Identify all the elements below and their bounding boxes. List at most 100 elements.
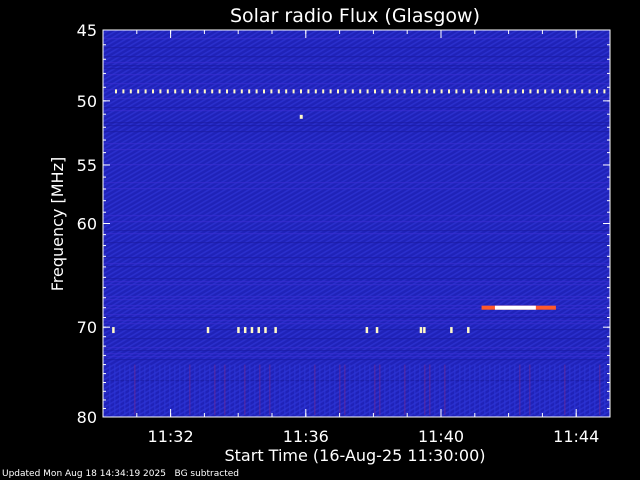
striation [534,364,536,415]
interference-dot [237,327,240,334]
striation [374,364,376,415]
radio-burst-core [494,305,536,310]
striation [239,364,241,415]
interference-dot [329,89,332,94]
striation [279,364,281,415]
striation [514,364,516,415]
striation [234,364,236,415]
interference-dot [248,89,251,94]
spectral-band [103,107,610,109]
striation [559,364,561,415]
spectral-band [103,62,610,64]
striation [394,364,396,415]
striation [309,364,311,415]
interference-dot [588,89,591,94]
striation [399,364,401,415]
interference-dot [203,89,206,94]
striation [319,364,321,415]
interference-dot [211,89,214,94]
interference-dot [274,327,277,334]
interference-dot [206,327,210,334]
interference-dot [396,89,399,94]
striation [359,364,361,415]
interference-dot [359,89,362,94]
striation [409,364,411,415]
striation [449,364,451,415]
interference-dot [423,327,426,334]
interference-dot [425,89,428,94]
interference-dot [374,89,376,94]
interference-dot [492,89,495,94]
striation [199,364,201,415]
striation [529,364,531,415]
spectral-band [103,296,610,298]
interference-dot [388,89,391,94]
interference-dot [174,89,177,94]
interference-dot [596,89,598,94]
spectral-band [103,98,610,100]
striation [454,364,456,415]
interference-dot [462,89,465,94]
striation [494,364,496,415]
interference-dot [467,327,470,334]
chart-title: Solar radio Flux (Glasgow) [230,5,480,27]
striation [159,364,161,415]
spectral-band [103,143,610,145]
striation [484,364,486,415]
interference-dot [263,89,265,94]
spectral-band [103,122,610,124]
striation [489,364,491,415]
spectral-band [103,74,610,76]
striation [434,364,436,415]
striation [524,364,526,415]
striation [424,364,426,415]
striation [179,364,181,415]
striation [329,364,331,415]
interference-dot [181,89,184,94]
striation [139,364,141,415]
y-tick-label: 45 [77,21,97,40]
interference-dot [433,89,436,94]
spectral-band [103,149,610,151]
spectral-band [103,68,610,70]
interference-dot [470,89,473,94]
spectral-band [103,353,610,355]
striation [569,364,571,415]
spectral-band [103,242,610,244]
spectral-band [103,299,610,301]
interference-dot [285,89,288,94]
striation [334,364,336,415]
spectral-band [103,125,610,127]
interference-dot [477,89,480,94]
interference-dot [529,89,532,94]
striation [349,364,351,415]
spectral-band [103,89,610,91]
interference-dot [277,89,280,94]
striation [129,364,131,415]
interference-dot [411,89,413,94]
striation [114,364,116,415]
striation [254,364,256,415]
interference-dot [270,89,273,94]
striation [219,364,221,415]
y-tick-label: 80 [77,408,97,427]
interference-dot [300,89,302,94]
striation [589,364,591,415]
interference-dot [551,89,554,94]
interference-dot [314,89,317,94]
striation [579,364,581,415]
striation [354,364,356,415]
y-tick-label: 60 [77,215,97,234]
spectral-band [103,230,610,232]
interference-dot [122,89,125,94]
striation [264,364,266,415]
interference-dot [536,89,539,94]
interference-dot [189,89,191,94]
striation [459,364,461,415]
interference-dot [255,89,258,94]
striation [429,364,431,415]
spectral-band [103,182,610,184]
x-axis-label: Start Time (16-Aug-25 11:30:00) [225,446,486,465]
striation [599,364,601,415]
spectral-band [103,281,610,283]
